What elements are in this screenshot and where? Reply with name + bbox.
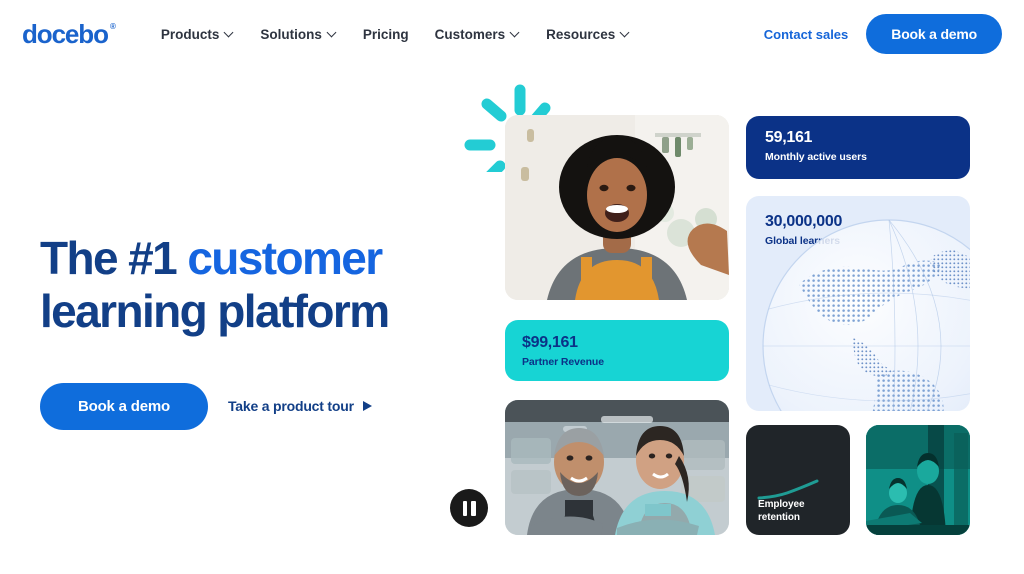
carousel-pause-button[interactable] — [450, 489, 488, 527]
stat-card-monthly-active-users: 59,161 Monthly active users — [746, 116, 970, 179]
stat-card-partner-revenue: $99,161 Partner Revenue — [505, 320, 729, 381]
stat-card-global-learners: 30,000,000 Global learners — [746, 196, 970, 411]
stat-label: Global learners — [765, 235, 840, 247]
stat-label: Monthly active users — [765, 151, 867, 163]
stat-label: Partner Revenue — [522, 356, 604, 368]
trend-up-line-icon — [757, 479, 819, 500]
employee-retention-tile: Employee retention — [746, 425, 850, 535]
employee-retention-label: Employee retention — [758, 499, 842, 524]
teal-duotone-photo — [866, 425, 970, 535]
stat-value: $99,161 — [522, 334, 578, 351]
retention-label-line-1: Employee — [758, 499, 805, 510]
stat-value: 30,000,000 — [765, 213, 843, 230]
retail-team-photo — [505, 400, 729, 535]
stat-value: 59,161 — [765, 129, 813, 146]
hero-photo — [505, 115, 729, 300]
pause-icon — [462, 500, 467, 516]
retention-label-line-2: retention — [758, 511, 800, 523]
pause-icon — [471, 500, 476, 516]
